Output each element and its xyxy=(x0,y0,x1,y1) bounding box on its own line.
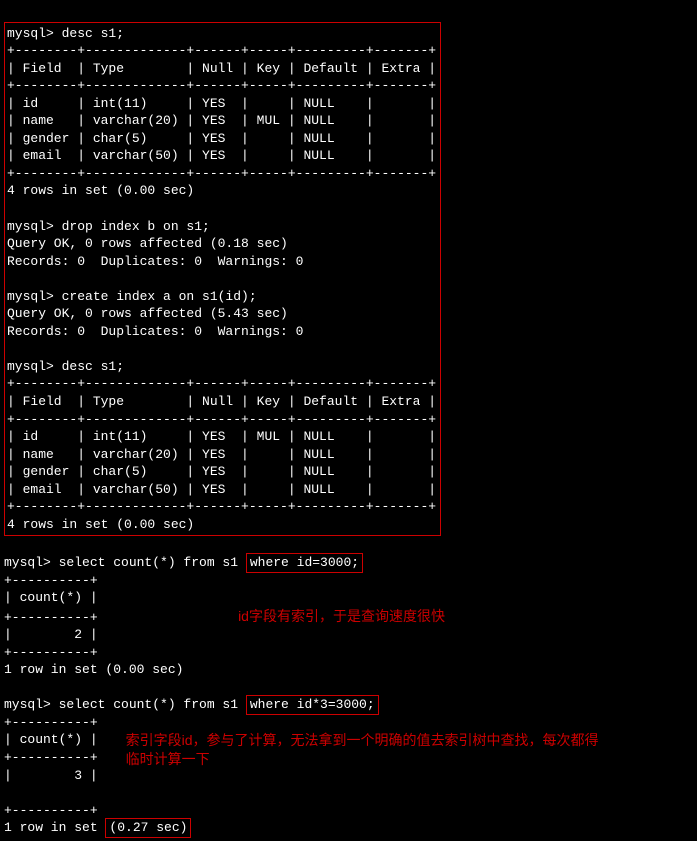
table-header: | Field | Type | Null | Key | Default | … xyxy=(7,394,436,409)
table-header: | count(*) | xyxy=(4,732,98,747)
table-sep: +--------+-------------+------+-----+---… xyxy=(7,166,436,181)
table-sep: +--------+-------------+------+-----+---… xyxy=(7,78,436,93)
table-sep: +----------+ xyxy=(4,803,98,818)
table-row: | name | varchar(20) | YES | MUL | NULL … xyxy=(7,113,436,128)
table-row: | email | varchar(50) | YES | | NULL | | xyxy=(7,148,436,163)
where-clause-2: where id*3=3000; xyxy=(246,695,379,715)
table-sep: +----------+ xyxy=(4,645,98,660)
result-line: Query OK, 0 rows affected (5.43 sec) xyxy=(7,306,288,321)
table-row: | 2 | xyxy=(4,627,98,642)
cmd-desc-2: mysql> desc s1; xyxy=(7,359,124,374)
result-line: Records: 0 Duplicates: 0 Warnings: 0 xyxy=(7,254,303,269)
result-line: Query OK, 0 rows affected (0.18 sec) xyxy=(7,236,288,251)
table-row: | email | varchar(50) | YES | | NULL | | xyxy=(7,482,436,497)
cmd-desc-1: mysql> desc s1; xyxy=(7,26,124,41)
table-row: | 3 | xyxy=(4,768,98,783)
timing-highlight: (0.27 sec) xyxy=(105,818,191,838)
cmd-select-1-pre: mysql> select count(*) from s1 xyxy=(4,555,246,570)
result-line: Records: 0 Duplicates: 0 Warnings: 0 xyxy=(7,324,303,339)
table-sep: +--------+-------------+------+-----+---… xyxy=(7,499,436,514)
cmd-drop-index: mysql> drop index b on s1; xyxy=(7,219,210,234)
table-row: | id | int(11) | YES | MUL | NULL | | xyxy=(7,429,436,444)
table-row: | name | varchar(20) | YES | | NULL | | xyxy=(7,447,436,462)
table-sep: +----------+ xyxy=(4,610,98,625)
table-sep: +----------+ xyxy=(4,573,98,588)
annotation-1: id字段有索引，于是查询速度很快 xyxy=(238,608,445,624)
annotation-2: 索引字段id，参与了计算，无法拿到一个明确的值去索引树中查找，每次都得临时计算一… xyxy=(126,731,606,769)
where-clause-1: where id=3000; xyxy=(246,553,363,573)
status-line-pre: 1 row in set xyxy=(4,820,105,835)
table-sep: +--------+-------------+------+-----+---… xyxy=(7,376,436,391)
cmd-select-2-pre: mysql> select count(*) from s1 xyxy=(4,697,246,712)
table-header: | Field | Type | Null | Key | Default | … xyxy=(7,61,436,76)
table-row: | id | int(11) | YES | | NULL | | xyxy=(7,96,436,111)
table-row: | gender | char(5) | YES | | NULL | | xyxy=(7,464,436,479)
status-line: 4 rows in set (0.00 sec) xyxy=(7,183,194,198)
table-header: | count(*) | xyxy=(4,590,98,605)
table-sep: +--------+-------------+------+-----+---… xyxy=(7,43,436,58)
cmd-create-index: mysql> create index a on s1(id); xyxy=(7,289,257,304)
table-sep: +----------+ xyxy=(4,750,98,765)
status-line: 4 rows in set (0.00 sec) xyxy=(7,517,194,532)
table-row: | gender | char(5) | YES | | NULL | | xyxy=(7,131,436,146)
status-line: 1 row in set (0.00 sec) xyxy=(4,662,183,677)
desc-block-1: mysql> desc s1; +--------+-------------+… xyxy=(4,22,441,537)
table-sep: +--------+-------------+------+-----+---… xyxy=(7,412,436,427)
table-sep: +----------+ xyxy=(4,715,98,730)
